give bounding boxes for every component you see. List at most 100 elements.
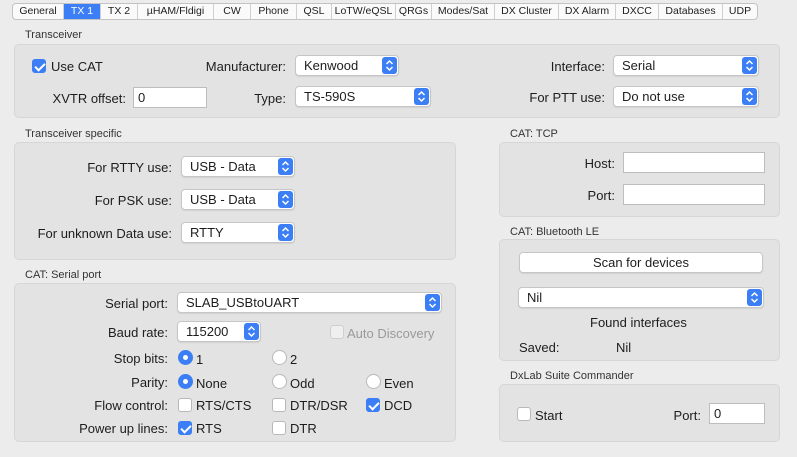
dxlab-port-label: Port: <box>673 408 701 423</box>
flow-dtr-dsr-label: DTR/DSR <box>290 398 348 413</box>
xvtr-offset-label: XVTR offset: <box>52 91 126 106</box>
unknown-data-select[interactable]: RTTY <box>181 222 295 243</box>
serial-port-select[interactable]: SLAB_USBtoUART <box>177 292 442 313</box>
saved-label: Saved: <box>519 340 560 355</box>
baud-rate-select[interactable]: 115200 <box>177 321 261 342</box>
tab-general[interactable]: General <box>13 4 64 19</box>
power-rts-checkbox[interactable] <box>178 421 192 435</box>
chevron-updown-icon <box>425 294 440 311</box>
chevron-updown-icon <box>742 57 757 74</box>
chevron-updown-icon <box>278 191 293 208</box>
tab-lotw-eqsl[interactable]: LoTW/eQSL <box>332 4 396 19</box>
flow-dcd-checkbox[interactable] <box>366 398 380 412</box>
flow-dcd-label: DCD <box>384 398 413 413</box>
transceiver-title: Transceiver <box>25 29 83 41</box>
serial-port-label: Serial port: <box>105 296 168 311</box>
dxlab-port-input[interactable]: 0 <box>709 403 765 424</box>
parity-none-label: None <box>196 376 228 391</box>
tab-tx2[interactable]: TX 2 <box>101 4 138 19</box>
manufacturer-value: Kenwood <box>304 58 359 73</box>
parity-odd-label: Odd <box>290 376 315 391</box>
rtty-value: USB - Data <box>190 159 256 174</box>
manufacturer-label: Manufacturer: <box>205 59 286 74</box>
tab-cw[interactable]: CW <box>214 4 251 19</box>
cat-tcp-title: CAT: TCP <box>510 128 558 140</box>
power-rts-label: RTS <box>196 421 222 436</box>
ptt-value: Do not use <box>622 89 685 104</box>
ptt-select[interactable]: Do not use <box>613 86 759 107</box>
parity-label: Parity: <box>131 375 168 390</box>
psk-select[interactable]: USB - Data <box>181 189 295 210</box>
power-dtr-label: DTR <box>290 421 317 436</box>
stop-bits-1-label: 1 <box>196 352 204 367</box>
scan-devices-button[interactable]: Scan for devices <box>519 252 763 273</box>
parity-even-label: Even <box>384 376 414 391</box>
stop-bits-2-label: 2 <box>290 352 298 367</box>
baud-rate-label: Baud rate: <box>108 325 168 340</box>
chevron-updown-icon <box>244 323 259 340</box>
interface-label: Interface: <box>550 59 605 74</box>
dxlab-start-checkbox[interactable] <box>517 407 531 421</box>
unknown-data-value: RTTY <box>190 225 224 240</box>
ptt-label: For PTT use: <box>529 90 605 105</box>
psk-label: For PSK use: <box>94 193 172 208</box>
tab-databases[interactable]: Databases <box>659 4 723 19</box>
bluetooth-device-select[interactable]: Nil <box>518 287 764 308</box>
transceiver-specific-title: Transceiver specific <box>25 128 122 140</box>
chevron-updown-icon <box>414 88 429 105</box>
dxlab-title: DxLab Suite Commander <box>510 370 634 382</box>
rtty-select[interactable]: USB - Data <box>181 156 295 177</box>
auto-discovery-checkbox[interactable] <box>330 325 344 339</box>
saved-value: Nil <box>616 340 632 355</box>
chevron-updown-icon <box>382 57 397 74</box>
unknown-data-label: For unknown Data use: <box>37 226 172 241</box>
flow-control-label: Flow control: <box>94 398 168 413</box>
tcp-port-label: Port: <box>587 188 615 203</box>
manufacturer-select[interactable]: Kenwood <box>295 55 399 76</box>
flow-rts-cts-checkbox[interactable] <box>178 398 192 412</box>
dxlab-start-label: Start <box>535 408 563 423</box>
found-interfaces-label: Found interfaces <box>590 315 687 330</box>
bluetooth-title: CAT: Bluetooth LE <box>510 226 600 238</box>
auto-discovery-label: Auto Discovery <box>347 326 435 341</box>
serial-port-value: SLAB_USBtoUART <box>186 295 300 310</box>
power-dtr-checkbox[interactable] <box>272 421 286 435</box>
stop-bits-1-radio[interactable] <box>178 350 193 365</box>
stop-bits-label: Stop bits: <box>113 351 168 366</box>
psk-value: USB - Data <box>190 192 256 207</box>
tab-qrgs[interactable]: QRGs <box>396 4 432 19</box>
interface-select[interactable]: Serial <box>613 55 759 76</box>
tab-qsl[interactable]: QSL <box>297 4 332 19</box>
use-cat-checkbox[interactable] <box>32 59 46 73</box>
baud-rate-value: 115200 <box>186 324 229 339</box>
type-label: Type: <box>254 91 286 106</box>
tab-udp[interactable]: UDP <box>723 4 757 19</box>
tcp-port-input[interactable] <box>623 184 765 205</box>
use-cat-label: Use CAT <box>51 59 103 74</box>
serial-port-title: CAT: Serial port <box>25 269 102 281</box>
xvtr-offset-input[interactable]: 0 <box>133 87 207 108</box>
tab-modes-sat[interactable]: Modes/Sat <box>432 4 495 19</box>
chevron-updown-icon <box>747 289 762 306</box>
tab-dx-cluster[interactable]: DX Cluster <box>495 4 559 19</box>
stop-bits-2-radio[interactable] <box>272 350 287 365</box>
rtty-label: For RTTY use: <box>87 160 172 175</box>
host-label: Host: <box>584 156 615 171</box>
parity-even-radio[interactable] <box>366 374 381 389</box>
tab-muham-fldigi[interactable]: µHAM/Fldigi <box>138 4 214 19</box>
type-select[interactable]: TS-590S <box>295 86 431 107</box>
tab-dx-alarm[interactable]: DX Alarm <box>559 4 616 19</box>
chevron-updown-icon <box>278 224 293 241</box>
tab-phone[interactable]: Phone <box>251 4 297 19</box>
flow-dtr-dsr-checkbox[interactable] <box>272 398 286 412</box>
power-up-lines-label: Power up lines: <box>79 421 168 436</box>
tab-dxcc[interactable]: DXCC <box>616 4 659 19</box>
parity-odd-radio[interactable] <box>272 374 287 389</box>
tab-tx1[interactable]: TX 1 <box>64 4 101 19</box>
parity-none-radio[interactable] <box>178 374 193 389</box>
type-value: TS-590S <box>304 89 356 104</box>
flow-rts-cts-label: RTS/CTS <box>196 398 252 413</box>
bluetooth-device-value: Nil <box>527 290 543 305</box>
host-input[interactable] <box>623 152 765 173</box>
chevron-updown-icon <box>742 88 757 105</box>
